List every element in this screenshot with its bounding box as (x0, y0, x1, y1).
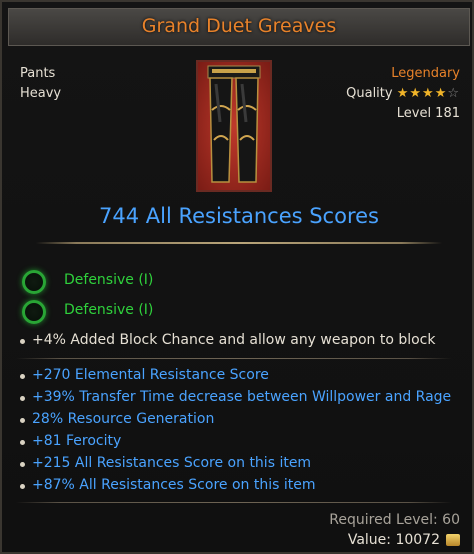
main-stat: 744 All Resistances Scores (98, 204, 379, 228)
coin-icon (446, 534, 460, 546)
socket-label: Defensive (I) (64, 302, 154, 318)
item-image-frame (196, 60, 272, 192)
gem-socket-icon[interactable] (22, 270, 46, 294)
item-rarity: Legendary (391, 66, 460, 81)
affix: +81 Ferocity (32, 433, 122, 449)
affix: +215 All Resistances Score on this item (32, 455, 312, 471)
affix: 28% Resource Generation (32, 411, 215, 427)
divider (36, 242, 442, 244)
gem-socket-icon[interactable] (22, 300, 46, 324)
item-slot: Pants (20, 66, 56, 81)
affix: +87% All Resistances Score on this item (32, 477, 316, 493)
item-type-info: Pants Heavy (20, 64, 61, 104)
required-level: Required Level: 60 (329, 512, 460, 528)
tooltip-header: Grand Duet Greaves (8, 8, 470, 46)
star-icon: ★ (422, 86, 435, 101)
item-value: Value: 10072 (348, 532, 460, 548)
star-icon: ★ (396, 86, 410, 101)
socket-label: Defensive (I) (64, 272, 154, 288)
item-level: Level 181 (396, 106, 460, 121)
quality-label: Quality (346, 86, 393, 101)
item-meta-info: Legendary Quality ★★★★☆ Level 181 (346, 64, 460, 124)
star-empty-icon: ☆ (447, 86, 460, 101)
bullet-icon (20, 440, 25, 445)
item-weight: Heavy (20, 86, 62, 101)
item-tooltip: Grand Duet Greaves Pants Heavy Legendary… (0, 0, 474, 554)
bullet-icon (20, 418, 25, 423)
item-name: Grand Duet Greaves (141, 15, 337, 37)
bullet-icon (20, 484, 25, 489)
bullet-icon (20, 374, 25, 379)
greaves-icon (207, 65, 261, 183)
bullet-icon (20, 339, 25, 344)
star-icon: ★ (409, 86, 423, 101)
star-icon: ★ (434, 86, 448, 101)
bullet-icon (20, 462, 25, 467)
quality-row: Quality ★★★★☆ (346, 84, 460, 104)
affix: +270 Elemental Resistance Score (32, 367, 269, 383)
divider (16, 358, 452, 359)
implicit-affix: +4% Added Block Chance and allow any wea… (32, 332, 436, 348)
affix: +39% Transfer Time decrease between Will… (32, 389, 452, 405)
quality-stars: ★★★★☆ (397, 86, 460, 101)
divider (16, 502, 452, 503)
value-text: Value: 10072 (347, 532, 440, 548)
bullet-icon (20, 396, 25, 401)
